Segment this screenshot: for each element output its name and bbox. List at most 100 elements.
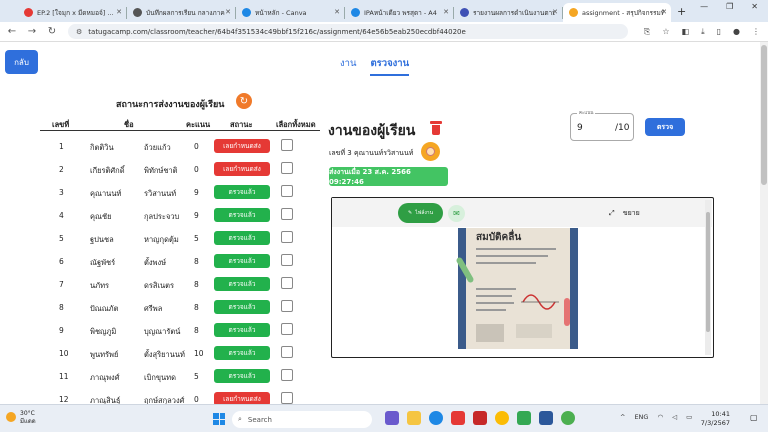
expand-label: ขยาย (622, 209, 640, 217)
trash-icon[interactable] (430, 121, 442, 135)
row-last-name: ดรสิเนตร (144, 281, 175, 290)
status-badge[interactable]: ตรวจแล้ว (214, 254, 270, 268)
refresh-icon[interactable]: ↻ (236, 93, 252, 109)
reload-icon[interactable]: ↻ (44, 26, 60, 37)
browser-tab[interactable]: IPAหน้าเดียว พรสุดา - A4 ✕ (345, 3, 453, 22)
col-select-all[interactable]: เลือกทั้งหมด (276, 119, 316, 131)
submitted-document-image[interactable]: สมบัติคลื่น (455, 228, 578, 349)
row-checkbox[interactable] (281, 277, 293, 289)
grade-button[interactable]: ตรวจ (645, 118, 685, 136)
close-tab-icon[interactable]: ✕ (661, 8, 667, 16)
chrome-icon[interactable] (495, 411, 509, 425)
line-icon[interactable] (517, 411, 531, 425)
row-checkbox[interactable] (281, 346, 293, 358)
browser-tab[interactable]: EP.2 [ใจมุก x มีดหมอจ์] ... ✕ (18, 3, 126, 22)
table-row[interactable]: 6 ณัฐพัชร์ ตั้งพงษ์ 8 ตรวจแล้ว (40, 251, 320, 274)
row-checkbox[interactable] (281, 300, 293, 312)
table-row[interactable]: 1 กิตติวิน ถ้วยแก้ว 0 เลยกำหนดส่ง (40, 136, 320, 159)
table-row[interactable]: 5 ฐปนชล หาญกุดตุ้ม 5 ตรวจแล้ว (40, 228, 320, 251)
close-window-icon[interactable]: ✕ (751, 2, 758, 11)
comment-icon[interactable]: ✉ (448, 205, 465, 222)
status-badge[interactable]: ตรวจแล้ว (214, 323, 270, 337)
status-badge[interactable]: ตรวจแล้ว (214, 300, 270, 314)
language-indicator[interactable]: ENG (634, 413, 648, 421)
browser-tab[interactable]: รายงานผลการดำเนินงานตามมา✕ (454, 3, 562, 22)
viewer-scrollbar[interactable] (705, 200, 711, 355)
status-badge[interactable]: เลยกำหนดส่ง (214, 162, 270, 176)
windows-start-icon[interactable] (213, 413, 225, 425)
clock[interactable]: 10:41 7/3/2567 (698, 410, 730, 428)
edge-icon[interactable] (429, 411, 443, 425)
status-badge[interactable]: เลยกำหนดส่ง (214, 139, 270, 153)
table-row[interactable]: 11 ภาณุพงศ์ เบิกขุนทด 5 ตรวจแล้ว (40, 366, 320, 389)
status-badge[interactable]: ตรวจแล้ว (214, 346, 270, 360)
wifi-icon[interactable]: ◠ (657, 413, 663, 421)
status-badge[interactable]: ตรวจแล้ว (214, 231, 270, 245)
app-icon[interactable] (385, 411, 399, 425)
table-row[interactable]: 10 พูนทรัพย์ ตั้งสุริยานนท์ 10 ตรวจแล้ว (40, 343, 320, 366)
forward-arrow-icon[interactable]: → (24, 26, 40, 37)
browser-tab[interactable]: assignment - สรุปกิจกรรมที่เรีย✕ (563, 3, 671, 22)
row-checkbox[interactable] (281, 369, 293, 381)
tab-assignments[interactable]: งาน (340, 56, 356, 76)
extensions-icon[interactable]: ◧ (682, 27, 690, 37)
word-icon[interactable] (539, 411, 553, 425)
back-arrow-icon[interactable]: ← (4, 26, 20, 37)
chevron-up-icon[interactable]: ^ (620, 413, 625, 421)
maximize-icon[interactable]: ❐ (726, 2, 733, 11)
battery-icon[interactable]: ▭ (686, 413, 692, 421)
app2-icon[interactable] (561, 411, 575, 425)
browser-tab[interactable]: บันทึกผลการเรียน กลางภาค ✕ (127, 3, 235, 22)
profile-icon[interactable]: ● (733, 27, 740, 37)
close-tab-icon[interactable]: ✕ (116, 8, 122, 16)
status-badge[interactable]: ตรวจแล้ว (214, 369, 270, 383)
minimize-icon[interactable]: — (700, 2, 708, 11)
close-tab-icon[interactable]: ✕ (225, 8, 231, 16)
table-row[interactable]: 2 เกียรติศักดิ์ พิทักษ์ชาติ 0 เลยกำหนดส่ง (40, 159, 320, 182)
score-input[interactable]: คะแนน 9 /10 (570, 109, 634, 141)
downloads-icon[interactable]: ⤓ (701, 27, 705, 37)
row-checkbox[interactable] (281, 323, 293, 335)
file-button[interactable]: ✎ ไฟล์งาน (398, 203, 443, 223)
row-checkbox[interactable] (281, 208, 293, 220)
bookmark-star-icon[interactable]: ☆ (662, 27, 669, 37)
row-score: 8 (194, 326, 199, 335)
url-field[interactable]: ⚙ tatugacamp.com/classroom/teacher/64b4f… (68, 24, 628, 39)
new-tab-button[interactable]: + (677, 5, 686, 18)
tab-grading[interactable]: ตรวจงาน (370, 56, 410, 76)
table-row[interactable]: 3 คุณานนท์ รวิสานนท์ 9 ตรวจแล้ว (40, 182, 320, 205)
score-value[interactable]: 9 (577, 123, 583, 133)
row-checkbox[interactable] (281, 185, 293, 197)
row-checkbox[interactable] (281, 162, 293, 174)
status-badge[interactable]: ตรวจแล้ว (214, 277, 270, 291)
table-row[interactable]: 7 นภัทร ดรสิเนตร 8 ตรวจแล้ว (40, 274, 320, 297)
volume-icon[interactable]: ◁ (672, 413, 677, 421)
taskbar-search[interactable]: ⌕ Search (232, 411, 372, 428)
row-no: 9 (59, 326, 64, 335)
close-tab-icon[interactable]: ✕ (443, 8, 449, 16)
row-checkbox[interactable] (281, 392, 293, 404)
notification-icon[interactable]: ▢ (750, 413, 758, 422)
row-checkbox[interactable] (281, 254, 293, 266)
sidebar-icon[interactable]: ▯ (717, 27, 721, 37)
site-info-icon[interactable]: ⚙ (76, 28, 82, 36)
menu-icon[interactable]: ⋮ (752, 27, 760, 37)
row-checkbox[interactable] (281, 231, 293, 243)
status-badge[interactable]: ตรวจแล้ว (214, 208, 270, 222)
translate-icon[interactable]: ⎘ (644, 27, 650, 37)
expand-button[interactable]: ⤢ ขยาย (609, 208, 640, 219)
status-badge[interactable]: ตรวจแล้ว (214, 185, 270, 199)
back-button[interactable]: กลับ (5, 50, 38, 74)
browser-tab[interactable]: หน้าหลัก - Canva ✕ (236, 3, 344, 22)
row-score: 8 (194, 280, 199, 289)
mcafee-icon[interactable] (473, 411, 487, 425)
folder-icon[interactable] (407, 411, 421, 425)
row-checkbox[interactable] (281, 139, 293, 151)
close-tab-icon[interactable]: ✕ (334, 8, 340, 16)
page-scrollbar[interactable] (760, 42, 768, 404)
table-row[interactable]: 4 คุณชัย กุลประจวบ 9 ตรวจแล้ว (40, 205, 320, 228)
store-icon[interactable] (451, 411, 465, 425)
table-row[interactable]: 9 พิชญภูมิ บุญณารัตน์ 8 ตรวจแล้ว (40, 320, 320, 343)
close-tab-icon[interactable]: ✕ (552, 8, 558, 16)
table-row[interactable]: 8 ปัณณภัต ศรีพล 8 ตรวจแล้ว (40, 297, 320, 320)
